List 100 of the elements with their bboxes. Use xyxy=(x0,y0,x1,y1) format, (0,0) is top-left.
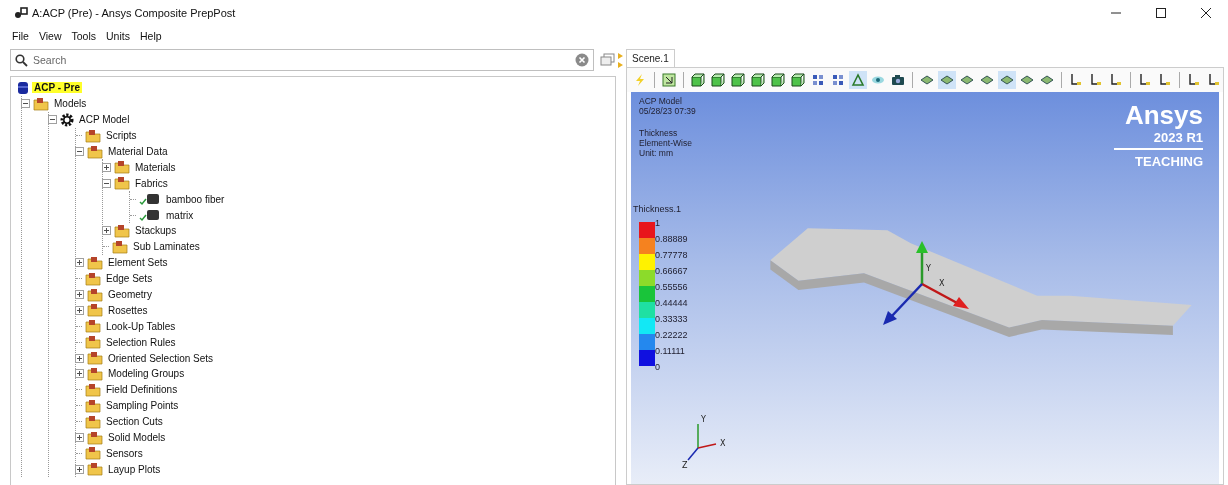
collapse-icon[interactable] xyxy=(75,147,84,156)
tree-item[interactable]: ACP Model xyxy=(77,114,132,126)
layer-icon xyxy=(960,73,974,87)
fit-view-icon xyxy=(662,73,676,87)
folder-icon xyxy=(33,96,49,111)
tree-item[interactable]: Modeling Groups xyxy=(106,368,187,380)
tree-item[interactable]: Scripts xyxy=(104,130,139,142)
app-icon xyxy=(14,7,28,19)
maximize-icon[interactable] xyxy=(1155,7,1167,19)
legend-value: 0.11111 xyxy=(655,345,686,358)
toolbar-button[interactable] xyxy=(789,71,807,89)
tree-item[interactable]: Look-Up Tables xyxy=(104,320,178,332)
tree-item[interactable]: Sub Laminates xyxy=(131,241,202,253)
expand-icon[interactable] xyxy=(75,464,84,474)
axes-icon xyxy=(1158,73,1172,87)
axes-icon xyxy=(1207,73,1221,87)
expand-icon[interactable] xyxy=(75,353,84,363)
folder-icon xyxy=(87,144,103,159)
tree-item[interactable]: Solid Models xyxy=(106,432,168,444)
axes-icon xyxy=(1109,73,1123,87)
expand-icon[interactable] xyxy=(75,305,84,315)
expand-icon[interactable] xyxy=(102,226,111,236)
tree-item[interactable]: Sampling Points xyxy=(104,400,181,412)
database-icon xyxy=(17,80,29,95)
legend-value: 1 xyxy=(655,217,661,230)
layer-icon xyxy=(1020,73,1034,87)
tree-item[interactable]: ACP - Pre xyxy=(32,82,82,94)
folder-icon xyxy=(85,382,101,397)
tree-item[interactable]: Stackups xyxy=(133,225,179,237)
tree-item[interactable]: Element Sets xyxy=(106,257,170,269)
folder-icon xyxy=(87,303,103,318)
collapse-icon[interactable] xyxy=(21,99,30,109)
timestamp: 05/28/23 07:39 xyxy=(639,106,696,116)
legend-value: 0.22222 xyxy=(655,329,688,342)
tree-item[interactable]: Sensors xyxy=(104,447,145,459)
tree-item[interactable]: bamboo fiber xyxy=(164,193,227,205)
collapse-icon[interactable] xyxy=(102,178,111,188)
tree-item[interactable]: Material Data xyxy=(106,146,170,157)
tree-item[interactable]: Edge Sets xyxy=(104,273,155,285)
tree-item[interactable]: Oriented Selection Sets xyxy=(106,352,216,364)
legend-value: 0.44444 xyxy=(655,297,688,310)
legend-value: 0.55556 xyxy=(655,281,688,294)
menu-item[interactable]: Help xyxy=(139,30,162,42)
tree-item[interactable]: Field Definitions xyxy=(104,384,180,396)
tree-item[interactable]: Models xyxy=(52,98,89,110)
axes-icon xyxy=(1187,73,1201,87)
triangle-icon xyxy=(851,73,865,87)
folder-icon xyxy=(85,271,101,286)
scene-tab[interactable]: Scene.1 xyxy=(626,49,675,67)
menu-item[interactable]: File xyxy=(12,30,29,42)
cube-icon xyxy=(711,73,725,87)
layer-icon xyxy=(1040,73,1054,87)
cube-icon xyxy=(791,73,805,87)
cube-icon xyxy=(771,73,785,87)
tree-item[interactable]: matrix xyxy=(164,209,196,221)
tree-item[interactable]: Selection Rules xyxy=(104,336,178,348)
expand-icon[interactable] xyxy=(102,162,111,172)
search-input[interactable]: Search xyxy=(33,54,571,66)
toolbar-button[interactable] xyxy=(998,71,1016,89)
legend-value: 0.66667 xyxy=(655,265,688,278)
legend-value: 0.33333 xyxy=(655,313,688,326)
toolbar-button[interactable] xyxy=(938,71,956,89)
tree-item[interactable]: Geometry xyxy=(106,289,154,300)
toolbar-button[interactable] xyxy=(709,71,727,89)
collapse-icon[interactable] xyxy=(48,115,57,125)
search-field[interactable]: Search xyxy=(10,49,595,71)
tree-item[interactable]: Fabrics xyxy=(133,177,170,189)
folder-icon xyxy=(87,351,103,366)
tree-item[interactable]: Layup Plots xyxy=(106,463,163,475)
toolbar-button[interactable] xyxy=(729,71,747,89)
unit-label: Unit: mm xyxy=(639,148,674,158)
axes-icon xyxy=(1069,73,1083,87)
expand-icon[interactable] xyxy=(75,258,84,268)
expand-icon[interactable] xyxy=(75,369,84,379)
folder-icon xyxy=(114,160,130,175)
logo-wordmark: Ansys xyxy=(1124,100,1203,130)
toolbar-button[interactable] xyxy=(749,71,767,89)
folder-icon xyxy=(85,335,101,350)
lightning-icon xyxy=(633,73,647,87)
folder-icon xyxy=(87,255,103,270)
menu-item[interactable]: Tools xyxy=(71,30,96,42)
tree-item[interactable]: Rosettes xyxy=(106,304,150,316)
toolbar-button[interactable] xyxy=(769,71,787,89)
tree-item[interactable]: Materials xyxy=(133,161,178,173)
tree-item[interactable]: Section Cuts xyxy=(104,416,165,428)
menu-item[interactable]: Units xyxy=(106,30,130,42)
close-icon[interactable] xyxy=(1200,7,1212,19)
expand-icon[interactable] xyxy=(75,290,84,299)
folder-icon xyxy=(87,287,103,302)
search-icon xyxy=(15,53,28,67)
legend-value: 0.77778 xyxy=(655,249,688,262)
fabric-check-icon xyxy=(139,208,161,223)
expand-icon[interactable] xyxy=(75,433,84,443)
toolbar-button[interactable] xyxy=(689,71,707,89)
clear-icon[interactable] xyxy=(575,53,590,67)
menu-item[interactable]: View xyxy=(38,30,62,42)
layer-icon xyxy=(920,73,934,87)
layer-icon xyxy=(1000,73,1014,87)
quantity-label: Thickness xyxy=(639,128,679,138)
logo-edition: TEACHING xyxy=(1135,154,1203,169)
